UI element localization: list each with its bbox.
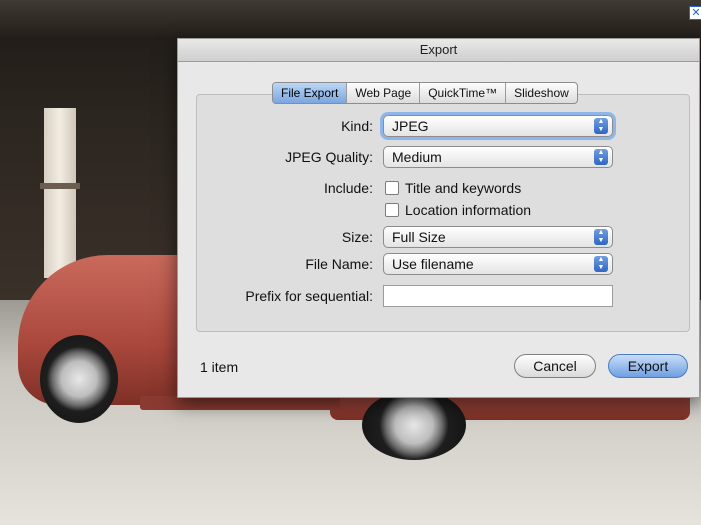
- shed-roof: [0, 0, 701, 40]
- file-name-value: Use filename: [392, 256, 474, 272]
- location-information-checkbox[interactable]: [385, 203, 399, 217]
- size-label: Size:: [341, 229, 373, 245]
- jpeg-quality-label: JPEG Quality:: [285, 149, 373, 165]
- jpeg-quality-value: Medium: [392, 149, 442, 165]
- item-count: 1 item: [200, 359, 239, 375]
- shed-post-band: [40, 183, 80, 189]
- export-button[interactable]: Export: [608, 354, 688, 378]
- truck-front-wheel: [40, 335, 118, 423]
- size-value: Full Size: [392, 229, 446, 245]
- file-name-label: File Name:: [305, 256, 373, 272]
- truck-rear-wheel: [362, 390, 466, 460]
- truck-running-board: [140, 396, 340, 410]
- prefix-row: Prefix for sequential:: [178, 285, 701, 309]
- title-keywords-checkbox[interactable]: [385, 181, 399, 195]
- prefix-input[interactable]: [383, 285, 613, 307]
- kind-select[interactable]: JPEG ▲ ▼: [383, 115, 613, 137]
- close-icon[interactable]: ✕: [689, 6, 701, 20]
- dialog-title: Export: [178, 39, 699, 62]
- stepper-arrows-icon: ▲ ▼: [594, 256, 608, 272]
- title-keywords-label: Title and keywords: [405, 180, 522, 196]
- tab-web-page[interactable]: Web Page: [347, 83, 421, 103]
- jpeg-quality-row: JPEG Quality: Medium ▲ ▼: [178, 146, 701, 170]
- stepper-arrows-icon: ▲ ▼: [594, 229, 608, 245]
- kind-value: JPEG: [392, 118, 429, 134]
- tab-slideshow[interactable]: Slideshow: [506, 83, 577, 103]
- tab-quicktime[interactable]: QuickTime™: [420, 83, 507, 103]
- tab-file-export[interactable]: File Export: [273, 83, 348, 103]
- tab-bar: File Export Web Page QuickTime™ Slidesho…: [272, 82, 578, 104]
- stepper-arrows-icon: ▲ ▼: [594, 118, 608, 134]
- size-row: Size: Full Size ▲ ▼: [178, 226, 701, 250]
- location-information-label: Location information: [405, 202, 532, 218]
- jpeg-quality-select[interactable]: Medium ▲ ▼: [383, 146, 613, 168]
- stepper-arrows-icon: ▲ ▼: [594, 149, 608, 165]
- file-name-select[interactable]: Use filename ▲ ▼: [383, 253, 613, 275]
- export-dialog: Export File Export Web Page QuickTime™ S…: [177, 38, 700, 398]
- title-keywords-option[interactable]: Title and keywords: [385, 178, 521, 198]
- location-information-option[interactable]: Location information: [385, 200, 531, 220]
- prefix-label: Prefix for sequential:: [245, 288, 373, 304]
- include-label: Include:: [323, 180, 373, 196]
- file-name-row: File Name: Use filename ▲ ▼: [178, 253, 701, 277]
- cancel-button[interactable]: Cancel: [514, 354, 596, 378]
- kind-row: Kind: JPEG ▲ ▼: [178, 115, 701, 139]
- shed-post: [44, 108, 76, 278]
- size-select[interactable]: Full Size ▲ ▼: [383, 226, 613, 248]
- kind-label: Kind:: [341, 118, 373, 134]
